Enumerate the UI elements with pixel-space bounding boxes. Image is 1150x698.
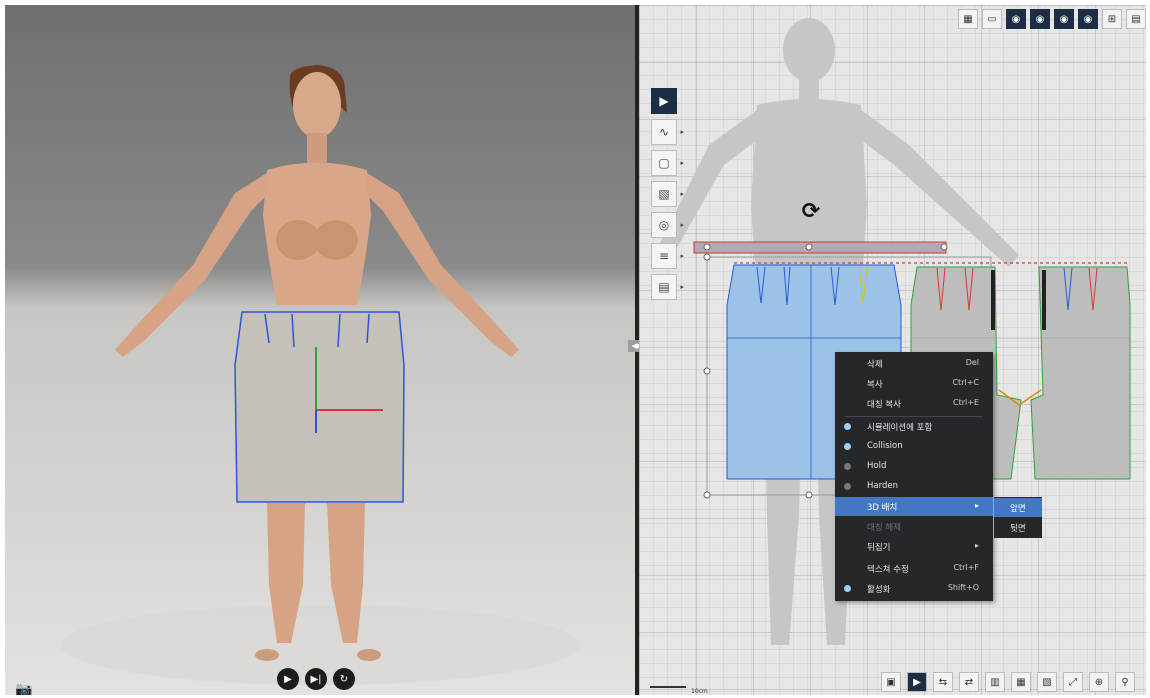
play-icon[interactable]: ▶ [277,668,299,690]
submenu-3d-placement: 앞면 뒷면 [994,497,1042,538]
grid-icon[interactable]: ≡ ▸ [651,243,684,269]
view-icon[interactable]: ◉ [1054,9,1074,29]
submenu-item-front[interactable]: 앞면 [994,498,1042,517]
expand-icon[interactable]: ⤢ [1063,672,1083,692]
chevron-right-icon: ▸ [974,501,979,510]
select-icon[interactable]: ▶ [651,88,677,114]
menu-item-edit-texture[interactable]: 텍스쳐 수정 Ctrl+F [835,559,993,578]
step-forward-icon[interactable]: ▶| [305,668,327,690]
pattern-tools: ▶ ∿ ▸ ▢ ▸ ▧ ▸ ◎ ▸ ≡ ▸ ▤ ▸ [651,88,684,305]
pattern-waistband [693,241,947,254]
sheet-icon[interactable]: ▤ [1126,9,1146,29]
menu-item-include-simulation[interactable]: 시뮬레이션에 포함 [835,417,993,436]
menu-item-copy[interactable]: 복사 Ctrl+C [835,374,993,393]
mirror-icon[interactable]: ⇄ [959,672,979,692]
view-icon[interactable]: ◉ [1030,9,1050,29]
status-dot-icon [844,443,851,450]
menu-item-delete[interactable]: 삭제 Del [835,354,993,373]
3d-viewport[interactable]: 📷 [5,5,635,695]
align-icon[interactable]: ▥ [985,672,1005,692]
menu-item-3d-placement[interactable]: 3D 배치 ▸ [835,497,993,516]
submenu-item-back[interactable]: 뒷면 [994,518,1042,537]
fit-icon[interactable]: ▣ [881,672,901,692]
layout-icon[interactable]: ▭ [982,9,1002,29]
avatar-head [293,72,341,138]
search-icon[interactable]: ⚲ [1115,672,1135,692]
sewing-icon[interactable]: ▧ ▸ [651,181,684,207]
curve-icon[interactable]: ∿ ▸ [651,119,684,145]
grid-icon[interactable]: ⊞ [1102,9,1122,29]
3d-scene [60,65,580,685]
status-dot-icon [844,463,851,470]
scale-bar [650,686,686,688]
view-icon[interactable]: ◉ [1006,9,1026,29]
status-dot-icon [844,483,851,490]
menu-item-unmirror: 대칭 해제 [867,523,901,533]
menu-item-harden[interactable]: Harden [835,477,993,496]
rotate-icon[interactable]: ⟳ [798,199,824,225]
pattern-top-toolbar: ▦ ▭ ◉ ◉ ◉ ◉ ⊞ ▤ [958,9,1146,29]
menu-item-mirror-copy[interactable]: 대칭 복사 Ctrl+E [835,394,993,413]
skirt-garment [234,311,405,503]
scale-label: 10cm [691,688,708,695]
zoom-icon[interactable]: ⊕ [1089,672,1109,692]
layer-icon[interactable]: ▤ ▸ [651,274,684,300]
status-dot-icon [844,585,851,592]
arrange-icon[interactable]: ▧ [1037,672,1057,692]
pattern-icon[interactable]: ▦ [1011,672,1031,692]
menu-item-collision[interactable]: Collision [835,437,993,456]
status-dot-icon [844,423,851,430]
layer-icon[interactable]: ▦ [958,9,978,29]
view-icon[interactable]: ◉ [1078,9,1098,29]
chevron-right-icon: ▸ [974,541,979,550]
select-icon[interactable]: ▶ [907,672,927,692]
camera-icon[interactable]: 📷 [15,682,32,695]
menu-item-flip[interactable]: 뒤집기 ▸ [835,537,993,556]
rectangle-icon[interactable]: ▢ ▸ [651,150,684,176]
flip-icon[interactable]: ⇆ [933,672,953,692]
menu-item-hold[interactable]: Hold [835,457,993,476]
menu-item-activate[interactable]: 활성화 Shift+O [835,579,993,598]
pattern-bottom-toolbar: ▣ ▶ ⇆ ⇄ ▥ ▦ ▧ ⤢ ⊕ ⚲ [881,672,1135,692]
globe-icon[interactable]: ◎ ▸ [651,212,684,238]
context-menu: 삭제 Del 복사 Ctrl+C 대칭 복사 Ctrl+E 시뮬레이션에 포함 … [835,352,993,601]
reset-icon[interactable]: ↻ [333,668,355,690]
